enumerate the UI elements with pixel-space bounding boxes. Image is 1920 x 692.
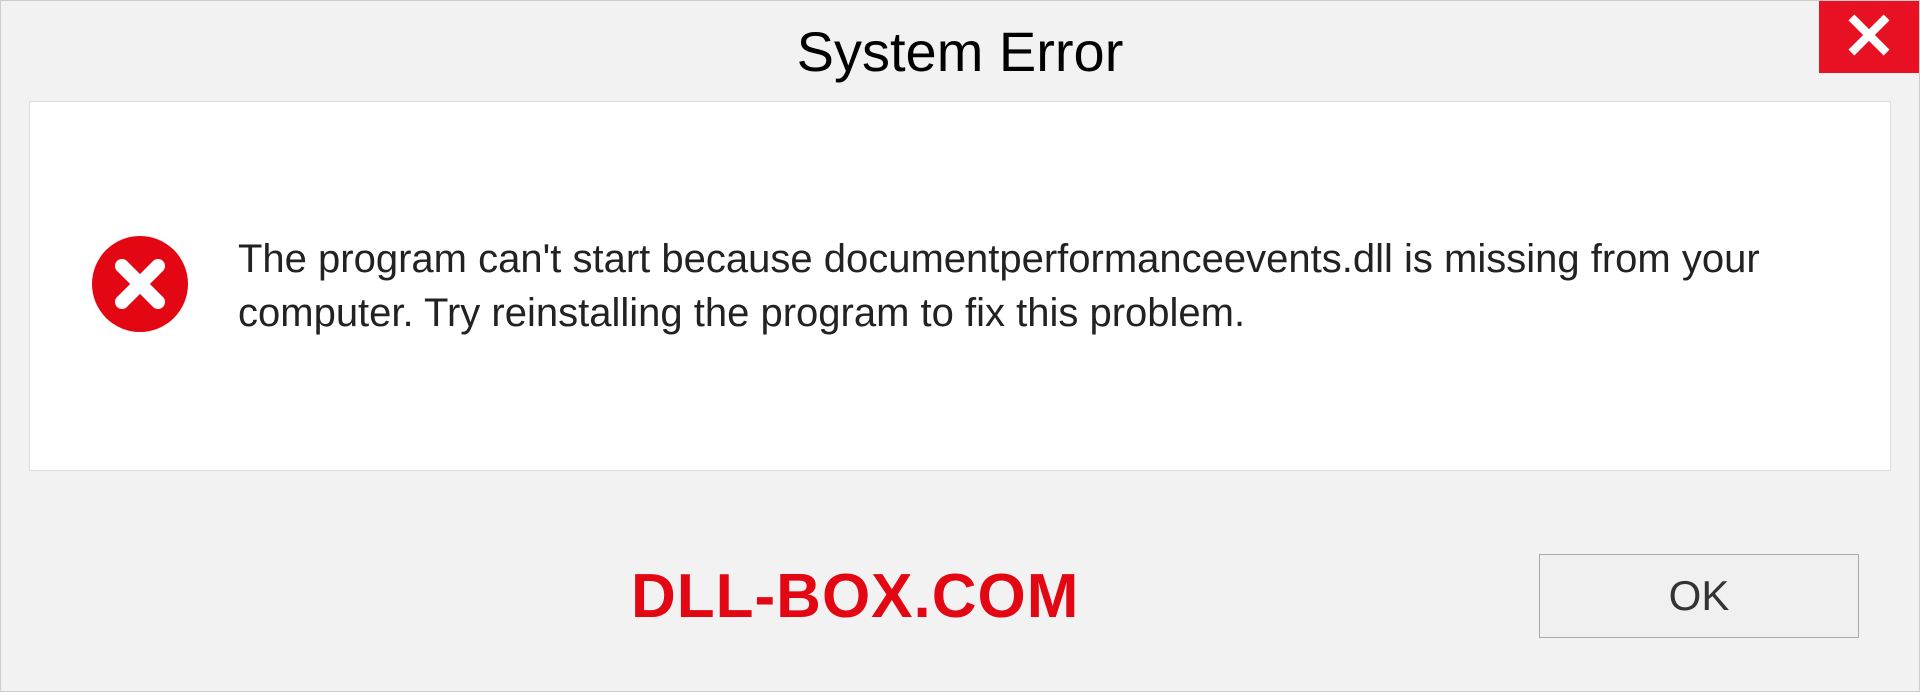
close-button[interactable]	[1819, 1, 1919, 73]
watermark-text: DLL-BOX.COM	[631, 561, 1079, 632]
ok-button[interactable]: OK	[1539, 554, 1859, 638]
dialog-footer: DLL-BOX.COM OK	[1, 501, 1919, 691]
title-bar: System Error	[1, 1, 1919, 101]
error-icon	[90, 234, 190, 339]
error-dialog: System Error The program can't start bec…	[0, 0, 1920, 692]
close-icon	[1847, 13, 1891, 62]
ok-button-label: OK	[1669, 572, 1730, 620]
content-box: The program can't start because document…	[29, 101, 1891, 471]
dialog-title: System Error	[797, 19, 1124, 84]
error-message: The program can't start because document…	[238, 232, 1798, 340]
